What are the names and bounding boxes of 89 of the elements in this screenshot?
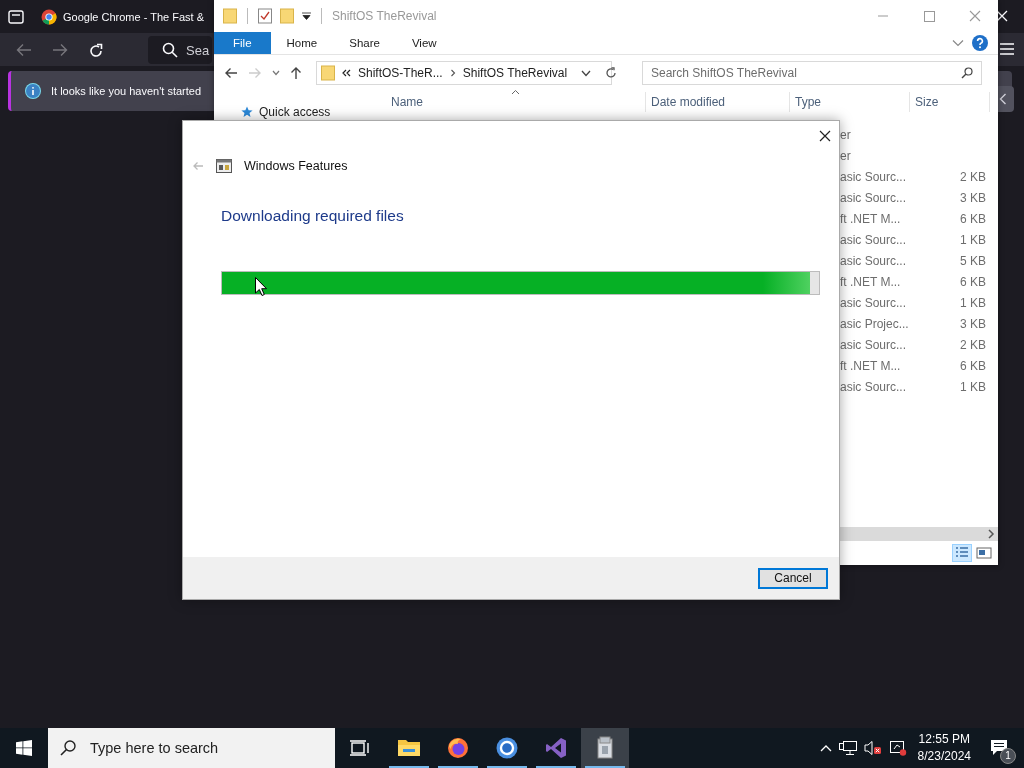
table-cell-text: asic Sourc...	[840, 190, 908, 205]
column-header[interactable]: Name	[386, 92, 646, 112]
monitor-alert-icon[interactable]	[888, 740, 907, 756]
menu-icon[interactable]	[1000, 43, 1014, 55]
fox-globe-icon	[447, 737, 469, 759]
ribbon-tab[interactable]: File	[214, 32, 271, 54]
up-arrow-icon[interactable]	[290, 66, 302, 80]
search-icon	[162, 42, 178, 58]
ribbon-tab[interactable]: Share	[333, 32, 396, 54]
window-icon	[216, 158, 232, 174]
table-cell: 1 KB	[960, 379, 986, 394]
table-cell-text: asic Sourc...	[840, 253, 908, 268]
table-cell-text: asic Sourc...	[840, 295, 908, 310]
table-cell: 5 KB	[960, 253, 986, 268]
search-field[interactable]: Type here to search	[48, 728, 335, 768]
refresh-icon[interactable]	[605, 67, 618, 79]
notification-badge: 1	[1000, 748, 1016, 764]
close-icon[interactable]	[996, 10, 1008, 22]
table-cell-text: asic Sourc...	[840, 169, 908, 184]
help-icon[interactable]	[972, 35, 988, 51]
info-icon	[25, 83, 41, 99]
folder-icon	[397, 738, 421, 758]
task-view-icon	[350, 740, 370, 756]
back-icon[interactable]	[224, 67, 238, 79]
forward-icon[interactable]	[52, 43, 68, 57]
table-cell-text: ft .NET M...	[840, 211, 902, 226]
large-icons-view-icon[interactable]	[976, 546, 992, 560]
table-cell: 2 KB	[960, 169, 986, 184]
table-cell-text: asic Sourc...	[840, 379, 908, 394]
breadcrumb-item[interactable]: ShiftOS-TheR...	[358, 66, 443, 80]
double-chevron-icon[interactable]	[342, 69, 351, 77]
table-cell: 2 KB	[960, 337, 986, 352]
ribbon-tab[interactable]: View	[395, 32, 453, 54]
search-field[interactable]: Sea	[148, 36, 212, 64]
windows-logo-icon	[16, 740, 32, 756]
search-icon	[961, 67, 973, 79]
chrome-icon	[41, 8, 57, 25]
chevron-up-icon[interactable]	[819, 744, 832, 752]
search-field[interactable]: Search ShiftOS TheRevival	[642, 61, 982, 85]
table-cell-text: ft .NET M...	[840, 358, 902, 373]
chevron-right-icon[interactable]	[449, 69, 456, 77]
installer-box-icon	[595, 736, 615, 760]
sort-caret-icon	[511, 89, 520, 95]
table-cell: 1 KB	[960, 232, 986, 247]
breadcrumb-item[interactable]: ShiftOS TheRevival	[462, 66, 568, 80]
table-cell-text: ft .NET M...	[840, 274, 902, 289]
infinity-ribbon-icon	[545, 737, 567, 759]
table-cell: 3 KB	[960, 190, 986, 205]
chevron-down-icon[interactable]	[272, 70, 280, 76]
details-view-icon[interactable]	[952, 544, 972, 562]
table-cell-text: asic Projec...	[840, 316, 910, 331]
table-cell: 6 KB	[960, 211, 986, 226]
network-icon[interactable]	[838, 740, 857, 756]
table-cell: 3 KB	[960, 316, 986, 331]
scroll-right-icon[interactable]	[987, 529, 995, 539]
chevron-left-icon	[999, 93, 1007, 105]
properties-icon[interactable]	[258, 8, 272, 24]
tab-list-icon[interactable]	[8, 9, 24, 24]
table-cell-text: asic Sourc...	[840, 337, 908, 352]
table-cell: 6 KB	[960, 274, 986, 289]
muted-speaker-icon[interactable]	[863, 740, 882, 756]
cursor-icon	[255, 277, 267, 296]
reload-icon[interactable]	[88, 43, 104, 59]
search-icon	[60, 740, 76, 756]
table-cell: 6 KB	[960, 358, 986, 373]
dropdown-icon[interactable]	[302, 12, 311, 20]
clock[interactable]: 12:55 PM 8/23/2024	[917, 731, 971, 765]
dialog-heading: Downloading required files	[221, 207, 405, 225]
column-header[interactable]: Size	[910, 92, 990, 112]
window-title: ShiftOS TheRevival	[332, 9, 437, 23]
browser-tab[interactable]: Google Chrome - The Fast &	[41, 4, 205, 29]
close-button[interactable]	[819, 130, 831, 142]
table-cell-text: asic Sourc...	[840, 232, 908, 247]
horizontal-scrollbar[interactable]	[840, 527, 998, 541]
ring-icon	[496, 737, 518, 759]
table-cell-text: er	[840, 127, 852, 142]
taskbar-app-button[interactable]	[581, 728, 629, 768]
folder-icon	[321, 65, 335, 81]
star-icon	[241, 106, 253, 118]
notification-text: It looks like you haven't started	[51, 85, 202, 97]
sidebar-item[interactable]: Quick access	[241, 105, 331, 119]
cancel-button[interactable]: Cancel	[758, 567, 828, 589]
chevron-down-icon[interactable]	[581, 69, 592, 77]
ribbon-tab[interactable]: Home	[270, 32, 334, 54]
table-cell: 1 KB	[960, 295, 986, 310]
column-header[interactable]: Date modified	[646, 92, 790, 112]
dialog-title: Windows Features	[244, 159, 348, 173]
table-cell-text: er	[840, 148, 852, 163]
column-header[interactable]: Type	[790, 92, 910, 112]
